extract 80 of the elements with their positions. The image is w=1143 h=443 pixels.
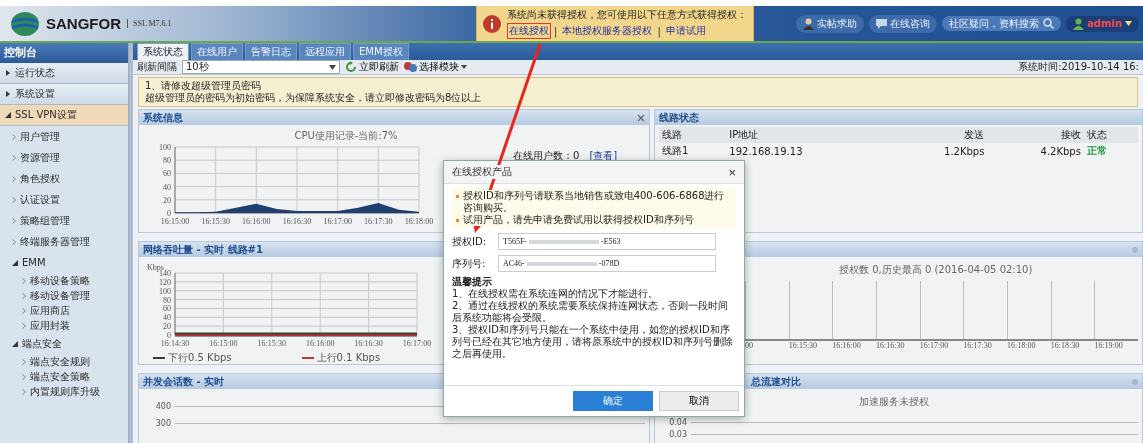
legend-item: 下行0.5 Kbps bbox=[153, 351, 232, 364]
axis-tick-label: 16:18:00 bbox=[1007, 341, 1036, 350]
column-header: IP地址 bbox=[726, 127, 891, 143]
axis-tick-label: 16:16:00 bbox=[305, 339, 335, 348]
link-separator: | bbox=[657, 25, 661, 37]
panel-title: 线路状态 bbox=[659, 110, 699, 125]
axis-tick-label: 16:15:30 bbox=[201, 217, 230, 226]
axis-tick-label: 16:15:30 bbox=[788, 341, 818, 350]
sidebar-title: 控制台 bbox=[0, 43, 128, 63]
panel-title: 总流速对比 bbox=[751, 374, 801, 389]
table-cell: 4.2Kbps bbox=[987, 143, 1084, 159]
axis-tick-label: 40 bbox=[163, 313, 171, 323]
axis-tick-label: 16:18:30 bbox=[1050, 341, 1080, 350]
axis-tick-label: 16:19:00 bbox=[1094, 341, 1123, 350]
tip-text: 3、授权ID和序列号只能在一个系统中使用，如您的授权ID和序列号已经在其它地方使用，请将原系统中的授权ID和序列号删除之后再使用。 bbox=[452, 324, 734, 360]
tip-text: 1、在线授权需在系统连网的情况下才能进行。 bbox=[452, 288, 660, 300]
axis-tick-label: 100 bbox=[159, 143, 171, 152]
panel-title: 网络吞吐量 - 实时 线路#1 bbox=[143, 242, 263, 257]
online-users-count: 在线用户数：0 bbox=[513, 149, 580, 163]
column-header: 接收 bbox=[987, 127, 1084, 143]
status-text: 正常 bbox=[1086, 145, 1107, 156]
axis-tick-label: 80 bbox=[163, 295, 171, 305]
table-cell: 1.2Kbps bbox=[891, 143, 988, 159]
column-header: 发送 bbox=[891, 127, 988, 143]
panel-title: 系统信息 bbox=[143, 110, 183, 125]
table-cell: 192.168.19.13 bbox=[726, 143, 891, 159]
axis-tick-label: 16:16:30 bbox=[282, 217, 312, 226]
legend-item: 上行0.1 Kbps bbox=[301, 351, 381, 364]
field-label: 序列号: bbox=[452, 256, 487, 271]
link-separator: | bbox=[554, 25, 558, 37]
axis-tick-label: 100 bbox=[159, 286, 171, 296]
axis-tick-label: 16:16:30 bbox=[354, 339, 383, 348]
column-header: 线路 bbox=[659, 127, 727, 143]
license-message: 系统尚未获得授权，您可使用以下任意方式获得授权： bbox=[507, 8, 747, 22]
axis-tick-label: 16:17:00 bbox=[402, 339, 432, 348]
refresh-interval-label: 刷新间隔 bbox=[137, 60, 177, 74]
axis-tick-label: 120 bbox=[159, 277, 171, 287]
axis-tick-label: 16:15:30 bbox=[257, 339, 287, 348]
axis-unit-label: Kbps bbox=[147, 263, 164, 272]
axis-tick-label: 0.03 bbox=[668, 430, 687, 439]
axis-tick-label: 16:16:00 bbox=[832, 341, 861, 350]
axis-tick-label: 300 bbox=[154, 419, 171, 428]
brand-name: SANGFOR bbox=[46, 15, 121, 32]
tips-title: 温馨提示 bbox=[452, 276, 493, 288]
axis-tick-label: 16:15:00 bbox=[209, 339, 238, 348]
panel-title: 并发会话数 - 实时 bbox=[143, 374, 225, 389]
chart-title: CPU使用记录-当前:7% bbox=[294, 130, 398, 141]
axis-tick-label: 16:17:30 bbox=[963, 341, 992, 350]
axis-tick-label: 20 bbox=[163, 195, 171, 205]
axis-tick-label: 0 bbox=[167, 331, 171, 340]
axis-tick-label: 16:17:00 bbox=[323, 217, 352, 226]
axis-tick-label: 16:17:00 bbox=[919, 341, 949, 350]
tip-text: 2、通过在线授权的系统需要系统保持连网状态，否则一段时间后系统功能将会受限。 bbox=[452, 300, 730, 324]
alert-message: 超级管理员的密码为初始密码，为保障系统安全，请立即修改密码为8位以上 bbox=[145, 92, 483, 104]
axis-tick-label: 16:14:30 bbox=[160, 339, 190, 348]
dialog-title: 在线授权产品 bbox=[452, 165, 512, 179]
system-time: 系统时间:2019-10-14 16: bbox=[1018, 60, 1139, 74]
chart-caption: 加速服务未授权 bbox=[859, 395, 929, 409]
axis-tick-label: 16:16:30 bbox=[876, 341, 905, 350]
field-label: 授权ID: bbox=[452, 234, 488, 249]
axis-tick-label: 40 bbox=[163, 182, 171, 192]
axis-tick-label: 20 bbox=[163, 322, 171, 332]
axis-tick-label: 16:18:00 bbox=[404, 217, 434, 226]
alert-title: 1、请修改超级管理员密码 bbox=[145, 80, 263, 92]
notice-text: 试用产品，请先申请免费试用以获得授权ID和序列号 bbox=[463, 214, 694, 226]
axis-tick-label: 0.04 bbox=[668, 418, 687, 427]
axis-tick-label: 0 bbox=[167, 209, 171, 218]
version-label: SSL M7.6.1 bbox=[127, 19, 172, 28]
axis-tick-label: 140 bbox=[159, 269, 171, 278]
axis-tick-label: 400 bbox=[154, 402, 171, 411]
axis-tick-label: 16:16:00 bbox=[242, 217, 271, 226]
axis-tick-label: 00 bbox=[745, 341, 753, 350]
column-header: 状态 bbox=[1083, 127, 1138, 143]
axis-tick-label: 60 bbox=[163, 169, 171, 179]
chart-caption: 授权数 0,历史最高 0 (2016-04-05 02:10) bbox=[839, 263, 1033, 277]
axis-tick-label: 16:15:00 bbox=[160, 217, 190, 226]
table-cell: 线路1 bbox=[659, 143, 727, 159]
axis-tick-label: 60 bbox=[163, 304, 171, 314]
axis-tick-label: 80 bbox=[163, 156, 171, 166]
axis-tick-label: 16:17:30 bbox=[364, 217, 393, 226]
